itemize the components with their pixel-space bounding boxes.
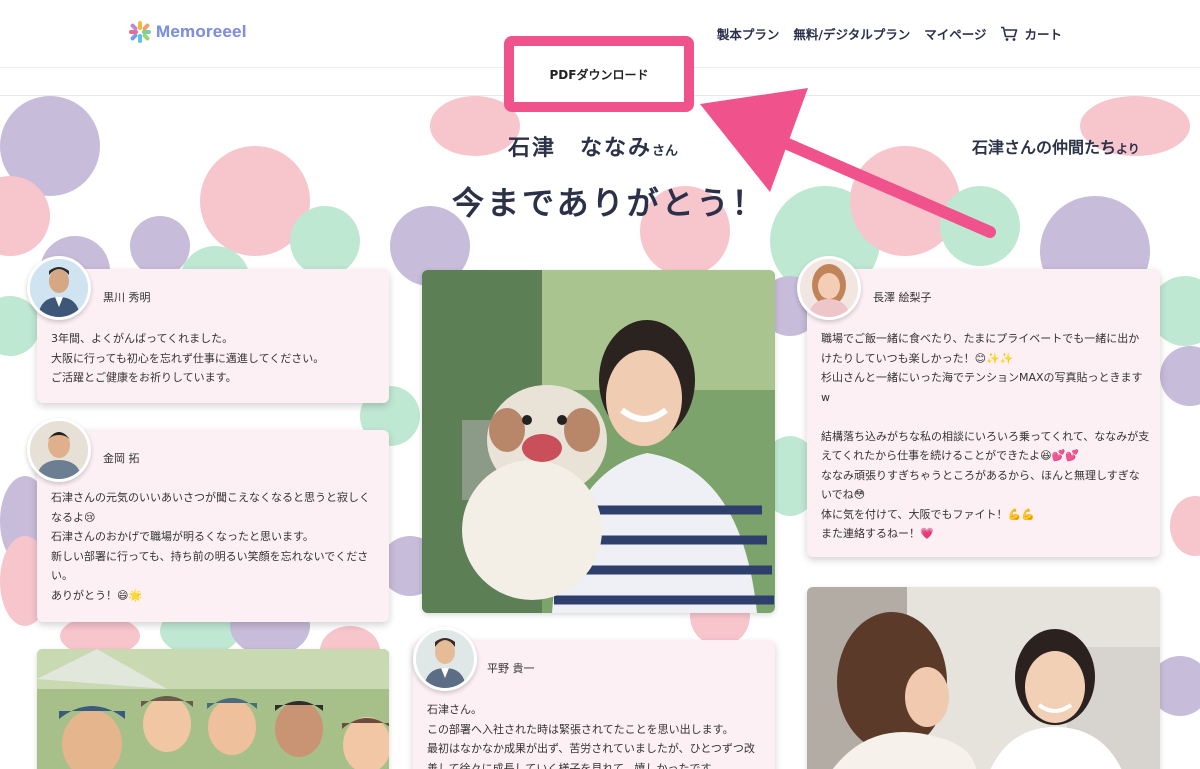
group-camping-photo-icon bbox=[37, 649, 389, 769]
person-photo-icon bbox=[30, 421, 88, 479]
logo[interactable]: Memoreeel bbox=[128, 20, 247, 44]
logo-mark-icon bbox=[129, 21, 151, 43]
recipient-name-text: 石津 ななみ bbox=[508, 135, 653, 161]
office-women-photo-icon bbox=[807, 587, 1160, 769]
office-photo bbox=[807, 587, 1160, 769]
from-friends-text: 石津さんの仲間たち bbox=[972, 138, 1117, 157]
message-author: 平野 貴一 bbox=[487, 662, 535, 675]
message-author: 金岡 拓 bbox=[103, 452, 140, 465]
logo-text: Memoreeel bbox=[156, 22, 247, 41]
avatar bbox=[413, 627, 477, 691]
message-body: 職場でご飯一緒に食べたり、たまにプライベートでも一緒に出かけたりしていつも楽しか… bbox=[821, 332, 1150, 540]
person-photo-icon bbox=[416, 630, 474, 688]
pdf-download-highlight: PDFダウンロード bbox=[504, 36, 694, 112]
person-photo-icon bbox=[30, 259, 88, 317]
nav-mypage[interactable]: マイページ bbox=[924, 24, 986, 43]
avatar bbox=[797, 256, 861, 320]
from-friends-label: 石津さんの仲間たちより bbox=[972, 134, 1140, 158]
main-photo bbox=[422, 270, 775, 613]
main-nav: 製本プラン 無料/デジタルプラン マイページ カート bbox=[717, 24, 1062, 43]
from-friends-suffix: より bbox=[1116, 142, 1140, 156]
recipient-honorific: さん bbox=[652, 144, 679, 159]
pdf-download-button[interactable]: PDFダウンロード bbox=[550, 66, 649, 83]
thanks-heading: 今までありがとう！ bbox=[452, 184, 767, 222]
nav-binding-plan[interactable]: 製本プラン bbox=[717, 24, 780, 43]
recipient-name: 石津 ななみさん bbox=[508, 130, 678, 162]
message-body: 3年間、よくがんばってくれました。 大阪に行っても初心を忘れず仕事に邁進してくだ… bbox=[51, 332, 325, 384]
nav-cart[interactable]: カート bbox=[1000, 24, 1062, 43]
nav-cart-label: カート bbox=[1024, 27, 1062, 42]
message-card: 金岡 拓 石津さんの元気のいいあいさつが聞こえなくなると思うと寂しくなるよ😢 石… bbox=[37, 430, 389, 622]
avatar bbox=[27, 256, 91, 320]
message-author: 長澤 絵梨子 bbox=[873, 291, 932, 304]
message-body: 石津さん。 この部署へ入社された時は緊張されてたことを思い出します。 最初はなか… bbox=[427, 703, 755, 769]
message-body: 石津さんの元気のいいあいさつが聞こえなくなると思うと寂しくなるよ😢 石津さんのお… bbox=[51, 491, 370, 602]
nav-free-digital-plan[interactable]: 無料/デジタルプラン bbox=[793, 24, 910, 43]
person-photo-icon bbox=[800, 259, 858, 317]
message-card: 長澤 絵梨子 職場でご飯一緒に食べたり、たまにプライベートでも一緒に出かけたりし… bbox=[807, 269, 1160, 557]
avatar bbox=[27, 418, 91, 482]
message-author: 黒川 秀明 bbox=[103, 291, 151, 304]
group-photo bbox=[37, 649, 389, 769]
woman-with-dog-photo-icon bbox=[422, 270, 775, 613]
cart-icon bbox=[1001, 26, 1018, 41]
